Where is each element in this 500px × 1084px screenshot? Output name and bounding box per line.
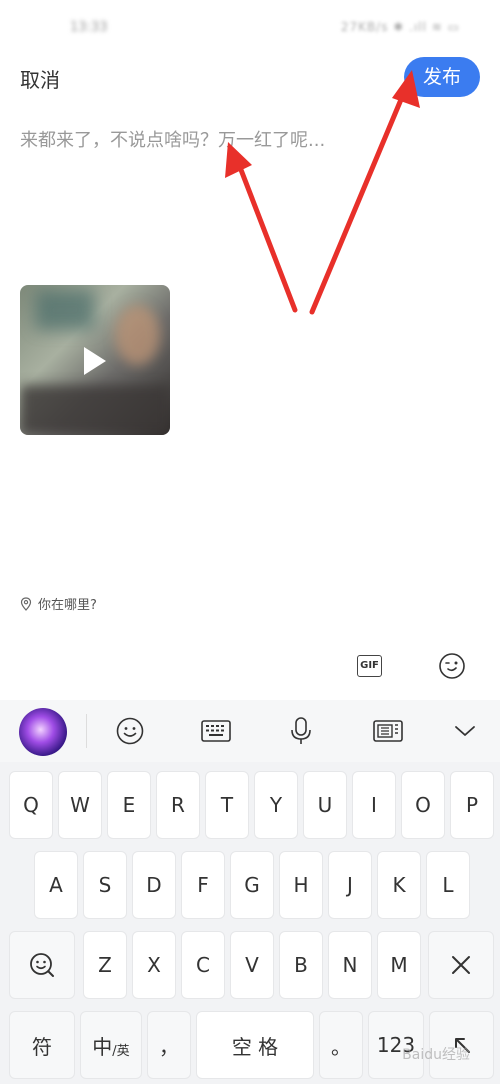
location-pin-icon	[20, 596, 32, 611]
microphone-icon[interactable]	[284, 714, 318, 748]
key-x[interactable]: X	[132, 931, 176, 999]
key-h[interactable]: H	[279, 851, 323, 919]
clipboard-icon[interactable]	[371, 714, 405, 748]
delete-icon	[452, 956, 470, 974]
key-a[interactable]: A	[34, 851, 78, 919]
key-k[interactable]: K	[377, 851, 421, 919]
comma-key[interactable]: ，	[147, 1011, 191, 1079]
search-face-key[interactable]	[9, 931, 75, 999]
status-indicators: 27KB/s ✱ .ıll ≋ ▭	[340, 20, 460, 34]
lang-sub-label: /英	[112, 1043, 130, 1059]
key-w[interactable]: W	[58, 771, 102, 839]
publish-button[interactable]: 发布	[404, 57, 480, 97]
keyboard-toolbar	[0, 700, 500, 762]
key-b[interactable]: B	[279, 931, 323, 999]
key-l[interactable]: L	[426, 851, 470, 919]
key-q[interactable]: Q	[9, 771, 53, 839]
key-j[interactable]: J	[328, 851, 372, 919]
key-u[interactable]: U	[303, 771, 347, 839]
symbol-key[interactable]: 符	[9, 1011, 75, 1079]
keyboard-icon[interactable]	[199, 714, 233, 748]
key-t[interactable]: T	[205, 771, 249, 839]
post-text-input[interactable]	[20, 120, 460, 160]
key-c[interactable]: C	[181, 931, 225, 999]
key-s[interactable]: S	[83, 851, 127, 919]
language-switch-key[interactable]: 中 /英	[80, 1011, 142, 1079]
key-o[interactable]: O	[401, 771, 445, 839]
delete-key[interactable]	[428, 931, 494, 999]
key-m[interactable]: M	[377, 931, 421, 999]
keyboard: Q W E R T Y U I O P A S D F G H J K L Z …	[0, 762, 500, 1084]
key-g[interactable]: G	[230, 851, 274, 919]
key-f[interactable]: F	[181, 851, 225, 919]
emoji-icon[interactable]	[113, 714, 147, 748]
wink-emoji-icon[interactable]	[438, 652, 466, 680]
space-key[interactable]: 空 格	[196, 1011, 314, 1079]
keyboard-avatar[interactable]	[19, 708, 67, 756]
chevron-down-icon[interactable]	[448, 714, 482, 748]
key-y[interactable]: Y	[254, 771, 298, 839]
arrow-to-input	[235, 159, 298, 313]
lang-main-label: 中	[92, 1034, 113, 1059]
location-label: 你在哪里?	[38, 598, 97, 613]
status-time: 13:33	[70, 20, 108, 35]
key-z[interactable]: Z	[83, 931, 127, 999]
gif-button[interactable]: GIF	[357, 655, 382, 677]
key-d[interactable]: D	[132, 851, 176, 919]
status-bar: 13:33 27KB/s ✱ .ıll ≋ ▭	[0, 0, 500, 50]
key-i[interactable]: I	[352, 771, 396, 839]
play-icon	[84, 347, 106, 375]
period-key[interactable]: 。	[319, 1011, 363, 1079]
search-face-icon	[30, 953, 54, 977]
cancel-button[interactable]: 取消	[20, 64, 60, 93]
watermark: Baidu经验	[402, 1047, 470, 1063]
key-v[interactable]: V	[230, 931, 274, 999]
location-selector[interactable]: 你在哪里?	[20, 594, 97, 613]
key-e[interactable]: E	[107, 771, 151, 839]
key-r[interactable]: R	[156, 771, 200, 839]
key-p[interactable]: P	[450, 771, 494, 839]
key-n[interactable]: N	[328, 931, 372, 999]
video-thumbnail[interactable]	[20, 285, 170, 435]
toolbar-divider	[86, 714, 87, 748]
